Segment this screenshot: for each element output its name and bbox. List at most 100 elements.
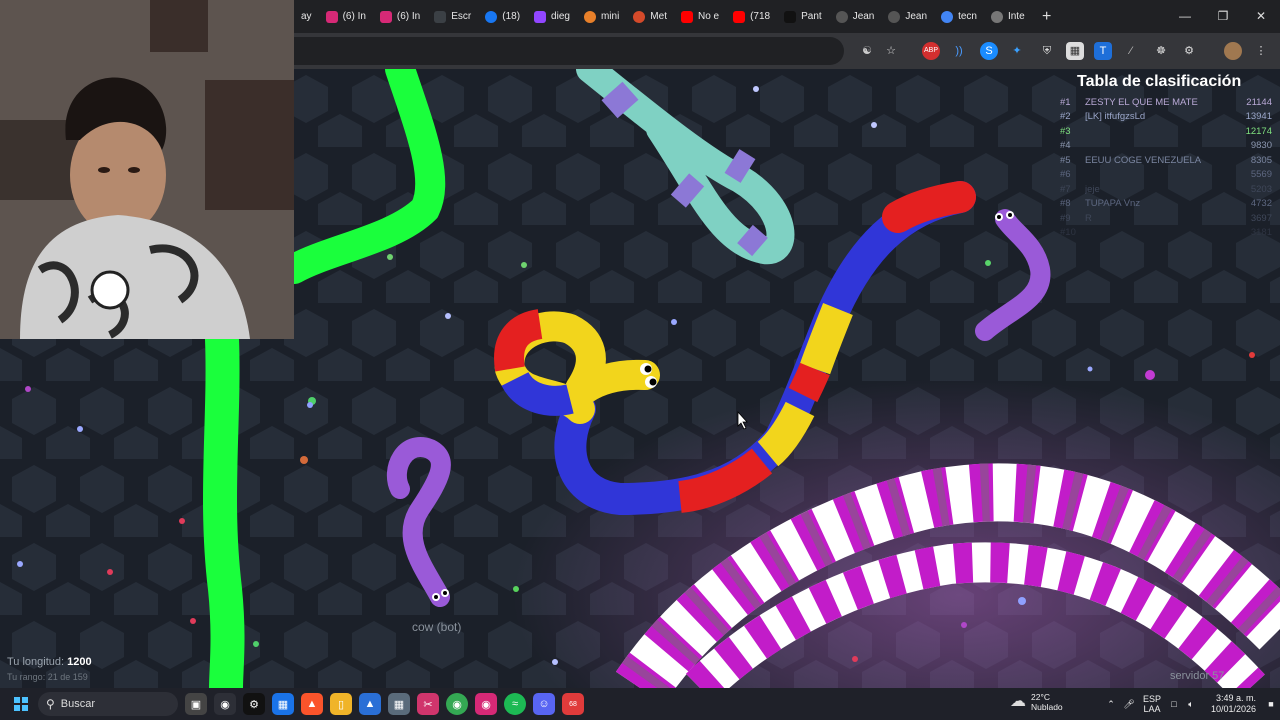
- snipping-icon[interactable]: ✂: [417, 693, 439, 715]
- profile-avatar[interactable]: [1224, 42, 1242, 60]
- leaderboard-score: 4732: [1250, 198, 1272, 210]
- browser-tab[interactable]: Jean: [829, 4, 882, 30]
- minimize-icon[interactable]: —: [1166, 0, 1204, 33]
- maximize-icon[interactable]: ❐: [1204, 0, 1242, 33]
- browser-tab[interactable]: Met: [626, 4, 674, 30]
- leaderboard-row: #5 EEUU COGE VENEZUELA 8305: [1060, 153, 1272, 168]
- capcut-icon[interactable]: ⚙: [243, 693, 265, 715]
- leaderboard-score: 9830: [1250, 140, 1272, 152]
- windows-start-icon[interactable]: [14, 697, 28, 711]
- threads-icon: [835, 10, 848, 23]
- clock[interactable]: 3:49 a. m. 10/01/2026: [1200, 693, 1256, 715]
- menu-icon[interactable]: ⋮: [1252, 42, 1270, 60]
- volume-icon[interactable]: 🔈︎: [1182, 699, 1200, 710]
- leaderboard-name: [LK] itfufgzsLd: [1085, 111, 1146, 123]
- leaderboard-row: #6 5569: [1060, 168, 1272, 183]
- folder-icon[interactable]: ▯: [330, 693, 352, 715]
- pen-icon[interactable]: ⁄: [1122, 42, 1140, 60]
- leaderboard-row: #4 9830: [1060, 139, 1272, 154]
- instagram-icon: [379, 10, 392, 23]
- photos-icon[interactable]: ▲: [359, 693, 381, 715]
- shield-icon[interactable]: ⛨: [1038, 42, 1056, 60]
- browser-tab[interactable]: Jean: [881, 4, 934, 30]
- brave-icon[interactable]: ▲: [301, 693, 323, 715]
- windows-taskbar: ⚲ Buscar ▣ ◉ ⚙ ▦ ▲ ▯ ▲ ▦ ✂ ◉ ◉ ≈ ☺ 68 ☁ …: [0, 688, 1280, 720]
- tab-label: dieg: [551, 11, 570, 22]
- google-icon: [941, 10, 954, 23]
- leaderboard-row: #7 jeje 5203: [1060, 182, 1272, 197]
- translate-icon[interactable]: ☯: [858, 42, 876, 60]
- chrome-alt-icon[interactable]: ◉: [214, 693, 236, 715]
- puzzle-blue-icon[interactable]: ✦: [1008, 42, 1026, 60]
- browser-tab-bar: ay (6) In (6) In Escr (18) dieg mini Met…: [294, 0, 1280, 33]
- browser-tab[interactable]: (6) In: [373, 4, 427, 30]
- shazam-icon[interactable]: S: [980, 42, 998, 60]
- chevron-up-icon[interactable]: ⌃: [1102, 699, 1120, 710]
- leaderboard-score: 3181: [1250, 227, 1272, 239]
- instagram-icon[interactable]: ◉: [475, 693, 497, 715]
- window-controls: — ❐ ✕: [1166, 0, 1280, 33]
- microphone-icon[interactable]: 🎤︎: [1120, 699, 1138, 710]
- clock-time: 3:49 a. m.: [1215, 693, 1256, 703]
- instagram-icon: [325, 10, 338, 23]
- translate-t-icon[interactable]: T: [1094, 42, 1112, 60]
- browser-tab[interactable]: mini: [577, 4, 626, 30]
- app-badge-icon[interactable]: 68: [562, 693, 584, 715]
- tab-label: Inte: [1007, 11, 1025, 22]
- close-icon[interactable]: ✕: [1242, 0, 1280, 33]
- chrome-icon[interactable]: ◉: [446, 693, 468, 715]
- threads-icon: [888, 10, 901, 23]
- audio-icon[interactable]: )): [950, 42, 968, 60]
- leaderboard-rank: #6: [1060, 169, 1071, 181]
- meta-icon: [633, 10, 646, 23]
- network-icon[interactable]: □: [1166, 699, 1182, 709]
- notification-icon[interactable]: ■: [1262, 699, 1280, 709]
- twitch-icon: [534, 10, 547, 23]
- browser-tab[interactable]: dieg: [527, 4, 577, 30]
- browser-tab[interactable]: No e: [674, 4, 726, 30]
- task-view-icon[interactable]: ▣: [185, 693, 207, 715]
- ghost-icon[interactable]: ☸: [1152, 42, 1170, 60]
- address-bar[interactable]: [294, 37, 844, 65]
- spotify-icon[interactable]: ≈: [504, 693, 526, 715]
- browser-tab[interactable]: Pant: [777, 4, 829, 30]
- leaderboard: #1 ZESTY EL QUE ME MATE 21144 #2 [LK] itfufg…: [1060, 95, 1272, 240]
- youtube-icon: [680, 10, 693, 23]
- discord-badge: 68: [569, 700, 577, 708]
- browser-tab[interactable]: tecn: [934, 4, 984, 30]
- new-tab-button[interactable]: +: [1038, 8, 1056, 26]
- save-icon[interactable]: ▦: [1066, 42, 1084, 60]
- browser-tab[interactable]: Inte: [984, 4, 1032, 30]
- tab-label: Escr: [451, 11, 472, 22]
- taskbar-search[interactable]: ⚲ Buscar: [38, 692, 178, 716]
- calculator-icon[interactable]: ▦: [388, 693, 410, 715]
- browser-tab[interactable]: (18): [478, 4, 527, 30]
- discord-icon[interactable]: ☺: [533, 693, 555, 715]
- lang-top: ESP: [1142, 694, 1161, 704]
- browser-toolbar: ☯ ☆ ABP )) S ✦ ⛨ ▦ T ⁄ ☸ ⚙ ⋮: [294, 33, 1280, 69]
- tab-label: (6) In: [396, 11, 421, 22]
- tab-label: Jean: [905, 11, 928, 22]
- leaderboard-rank: #4: [1060, 140, 1071, 152]
- language-indicator[interactable]: ESP LAA: [1138, 694, 1166, 714]
- browser-tab[interactable]: (6) In: [319, 4, 373, 30]
- leaderboard-name: ZESTY EL QUE ME MATE: [1085, 96, 1198, 108]
- extensions-icon[interactable]: ⚙: [1180, 42, 1198, 60]
- leaderboard-rank: #3: [1060, 125, 1071, 137]
- star-icon[interactable]: ☆: [882, 42, 900, 60]
- leaderboard-row: #9 R 3697: [1060, 211, 1272, 226]
- store-icon[interactable]: ▦: [272, 693, 294, 715]
- tab-label: (718: [750, 11, 771, 22]
- tab-label: (18): [502, 11, 521, 22]
- weather-temp: 22°C: [1031, 692, 1050, 702]
- adblock-icon[interactable]: ABP: [922, 42, 940, 60]
- server-label: servidor 57: [1170, 670, 1225, 682]
- browser-tab[interactable]: Escr: [427, 4, 478, 30]
- leaderboard-name: EEUU COGE VENEZUELA: [1085, 154, 1202, 166]
- mini-icon: [583, 10, 596, 23]
- lang-bottom: LAA: [1143, 704, 1161, 714]
- tab-label: Met: [650, 11, 667, 22]
- weather-widget[interactable]: ☁ 22°C Nublado: [1010, 692, 1063, 712]
- browser-tab[interactable]: ay: [294, 4, 319, 30]
- browser-tab[interactable]: (718: [726, 4, 777, 30]
